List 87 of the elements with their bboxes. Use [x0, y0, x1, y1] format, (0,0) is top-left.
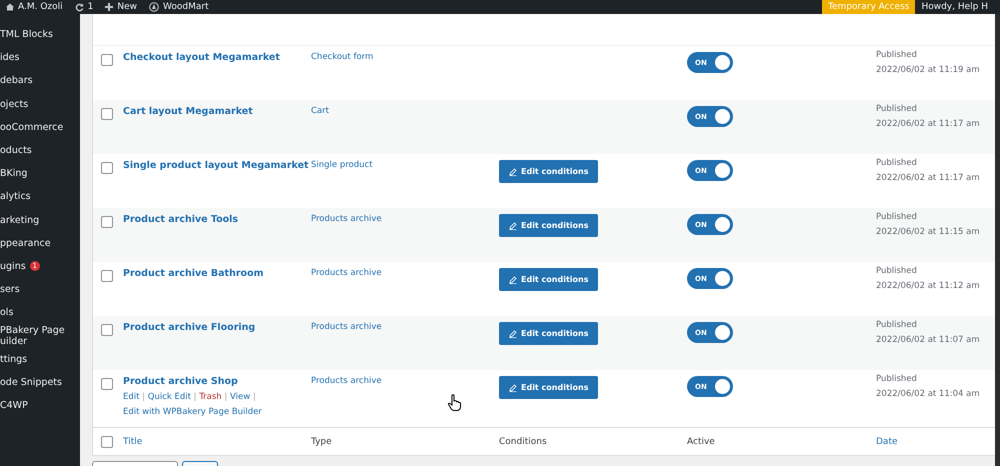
select-all-checkbox[interactable]	[101, 436, 113, 448]
menu-item[interactable]: PBakery Page uilder	[0, 325, 72, 348]
menu-item[interactable]: ojects	[0, 98, 28, 110]
layout-title-link[interactable]: Product archive Bathroom	[123, 268, 311, 279]
new-link[interactable]: New	[117, 2, 138, 12]
menu-item[interactable]: arketing	[0, 214, 40, 226]
date-text: 2022/06/02 at 11:15 am	[876, 226, 981, 239]
layout-type-link[interactable]: Products archive	[311, 267, 382, 278]
status-text: Published	[876, 103, 918, 116]
status-text: Published	[876, 211, 918, 224]
date-text: 2022/06/02 at 11:19 am	[876, 64, 981, 77]
date-text: 2022/06/02 at 11:12 am	[876, 280, 981, 293]
menu-item[interactable]: C4WP	[0, 400, 28, 412]
layout-title-link[interactable]: Checkout layout Megamarket	[123, 52, 311, 63]
menu-item[interactable]: alytics	[0, 191, 31, 202]
site-name-link[interactable]: A.M. Ozoli	[18, 2, 63, 12]
row-checkbox[interactable]	[101, 270, 113, 282]
row-checkbox[interactable]	[101, 216, 113, 228]
row-checkbox[interactable]	[101, 378, 113, 390]
column-header: Type	[311, 436, 332, 446]
status-text: Published	[876, 319, 918, 332]
menu-item[interactable]: ugins	[0, 260, 26, 272]
row-action-link[interactable]: Quick Edit	[148, 392, 191, 402]
edit-conditions-button[interactable]: Edit conditions	[499, 322, 598, 345]
status-text: Published	[876, 157, 918, 170]
plus-icon[interactable]	[105, 3, 114, 11]
row-checkbox[interactable]	[101, 162, 113, 174]
menu-item[interactable]: ode Snippets	[0, 376, 62, 388]
pencil-icon	[509, 330, 517, 338]
menu-item[interactable]: ides	[0, 52, 20, 64]
row-action-link[interactable]: Edit	[123, 392, 140, 402]
row-action-link[interactable]: View	[230, 392, 250, 402]
theme-link[interactable]: WoodMart	[163, 2, 209, 12]
edit-conditions-button[interactable]: Edit conditions	[499, 160, 598, 183]
updates-count[interactable]: 1	[88, 2, 94, 12]
hand-cursor-icon	[448, 394, 461, 411]
row-checkbox[interactable]	[101, 324, 113, 336]
menu-item[interactable]: ppearance	[0, 238, 51, 249]
status-text: Published	[876, 373, 918, 386]
date-text: 2022/06/02 at 11:17 am	[876, 118, 981, 131]
pencil-icon	[509, 168, 517, 176]
layout-title-link[interactable]: Single product layout Megamarket	[123, 160, 311, 171]
status-text: Published	[876, 265, 918, 278]
row-checkbox[interactable]	[101, 54, 113, 66]
layout-type-link[interactable]: Products archive	[311, 213, 382, 224]
separator-text: |	[252, 392, 256, 402]
menu-item[interactable]: debars	[0, 75, 33, 86]
layout-title-link[interactable]: Product archive Tools	[123, 214, 311, 225]
row-action-link[interactable]: Edit with WPBakery Page Builder	[123, 407, 262, 417]
sortable-column-header[interactable]: Title	[123, 436, 142, 446]
layout-title-link[interactable]: Product archive Flooring	[123, 322, 311, 333]
sortable-column-header[interactable]: Date	[876, 436, 898, 446]
layout-type-link[interactable]: Single product	[311, 159, 373, 170]
date-text: 2022/06/02 at 11:07 am	[876, 334, 981, 347]
column-header: Active	[687, 436, 715, 446]
separator-text: |	[194, 392, 197, 402]
layout-type-link[interactable]: Cart	[311, 105, 329, 116]
menu-item[interactable]: ttings	[0, 354, 28, 365]
howdy-link[interactable]: Howdy, Help H	[921, 2, 988, 12]
layout-type-link[interactable]: Products archive	[311, 375, 382, 386]
menu-item[interactable]: sers	[0, 284, 20, 296]
edit-conditions-button[interactable]: Edit conditions	[499, 214, 598, 237]
trash-link[interactable]: Trash	[199, 392, 222, 402]
edit-conditions-button[interactable]: Edit conditions	[499, 268, 598, 291]
row-checkbox[interactable]	[101, 108, 113, 120]
pencil-icon	[509, 222, 517, 230]
refresh-icon[interactable]	[74, 2, 84, 12]
status-text: Published	[876, 49, 918, 62]
pencil-icon	[509, 384, 517, 392]
menu-item[interactable]: BKing	[0, 168, 28, 180]
layout-type-link[interactable]: Products archive	[311, 321, 382, 332]
pencil-icon	[509, 276, 517, 284]
layout-title-link[interactable]: Product archive Shop	[123, 376, 311, 387]
menu-item[interactable]: TML Blocks	[0, 29, 53, 40]
theme-logo-icon[interactable]	[149, 2, 160, 12]
edit-conditions-button[interactable]: Edit conditions	[499, 376, 598, 399]
separator-text: |	[224, 392, 228, 402]
date-text: 2022/06/02 at 11:04 am	[876, 388, 981, 401]
menu-item[interactable]: ooCommerce	[0, 122, 64, 133]
layout-type-link[interactable]: Checkout form	[311, 51, 374, 62]
date-text: 2022/06/02 at 11:17 am	[876, 172, 981, 185]
column-header: Conditions	[499, 436, 547, 446]
separator-text: |	[142, 392, 146, 402]
menu-item[interactable]: oducts	[0, 145, 32, 156]
menu-item[interactable]: ols	[0, 307, 14, 318]
home-icon[interactable]	[6, 3, 14, 11]
layout-title-link[interactable]: Cart layout Megamarket	[123, 106, 311, 117]
